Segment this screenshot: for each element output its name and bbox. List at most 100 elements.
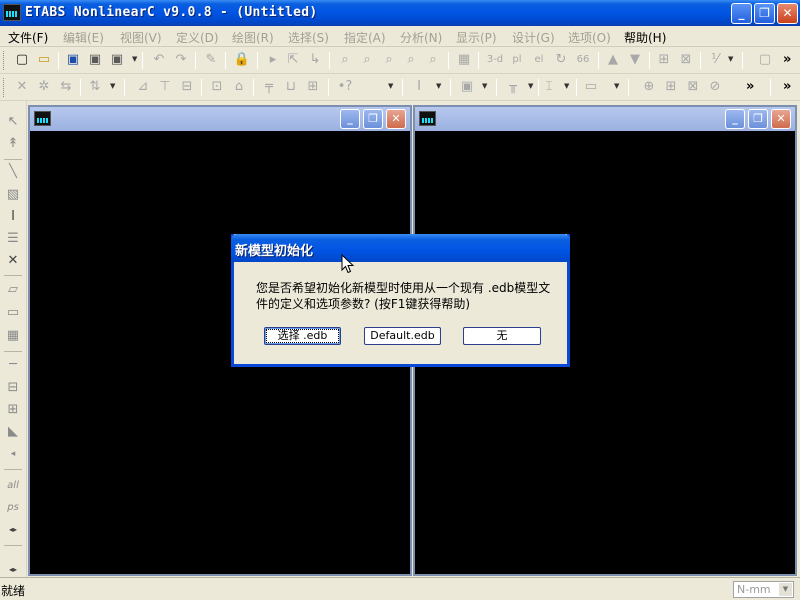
draw-grid-icon[interactable]: ☰ [4,230,22,248]
draw-dimension-icon[interactable]: ◣ [4,423,22,441]
frame-icon[interactable]: ▢ [756,51,774,69]
shell-icon[interactable]: ▣ [458,78,476,96]
draw-wall-icon[interactable]: ─ [4,356,22,374]
design-concrete-icon[interactable]: ⊠ [684,78,702,96]
set-elements-icon[interactable]: ⊠ [677,51,695,69]
draw-cross-icon[interactable]: ✕ [4,252,22,270]
save-icon[interactable]: ▣ [64,51,82,69]
section-dropdown-arrow-icon[interactable]: ▼ [436,83,443,90]
draw-column-icon[interactable]: I [4,208,22,226]
wall-icon[interactable]: ⊡ [208,78,226,96]
lock-icon[interactable]: 🔒 [233,51,251,69]
child-title-bar[interactable]: _ ❐ ✕ [30,107,410,131]
section-cut-icon[interactable]: ⊿ [134,78,152,96]
restraint-dropdown-arrow-icon[interactable]: ▼ [528,83,535,90]
none-button[interactable]: 无 [463,327,541,345]
load-icon[interactable]: ⌶ [540,78,558,96]
previous-selection-icon[interactable]: ps [4,499,22,517]
toolbar-overflow-chevron-icon[interactable]: » [783,79,791,94]
set-display-icon[interactable]: ⊞ [655,51,673,69]
child-title-bar[interactable]: _ ❐ ✕ [415,107,795,131]
pencil-icon[interactable]: ✎ [202,51,220,69]
pointer-icon[interactable]: ↖ [4,113,22,131]
refresh-icon[interactable]: ↳ [306,51,324,69]
open-file-icon[interactable]: ▭ [35,51,53,69]
select-all-icon[interactable]: all [4,477,22,495]
zoom-in-icon[interactable]: ⌕ [380,51,398,69]
draw-brace-icon[interactable]: ▧ [4,186,22,204]
new-model-icon[interactable]: ▢ [13,51,31,69]
floor-icon[interactable]: ⊞ [304,78,322,96]
zoom-restore-icon[interactable]: ⌕ [358,51,376,69]
expand-arrows-icon[interactable]: ◂▸ [4,521,22,539]
child-minimize-button[interactable]: _ [725,109,745,129]
collapse-arrow-icon[interactable]: ◂ [4,445,22,463]
run-icon[interactable]: ▸ [264,51,282,69]
mesh-icon[interactable]: ⇅ [86,78,104,96]
menu-draw[interactable]: 绘图(R) [232,29,274,46]
etabs-app-icon[interactable] [3,4,21,21]
draw-line-icon[interactable]: ╲ [4,163,22,181]
menu-analyze[interactable]: 分析(N) [400,29,442,46]
rubber-band-icon[interactable]: ▦ [455,51,473,69]
snap-icon[interactable]: ⅟ [706,51,724,69]
units-dropdown[interactable]: N-mm ▼ [733,581,794,598]
toolbar-overflow-chevron-icon[interactable]: » [783,52,791,67]
child-maximize-button[interactable]: ❐ [363,109,383,129]
child-close-button[interactable]: ✕ [771,109,791,129]
main-title-bar[interactable]: ETABS NonlinearC v9.0.8 - (Untitled) _ ❐… [0,0,800,26]
draw-slab-icon[interactable]: ▦ [4,327,22,345]
toolbar-overflow-chevron-icon[interactable]: » [746,79,754,94]
zoom-window-icon[interactable]: ⌕ [336,51,354,69]
frame-shape-dropdown-arrow-icon[interactable]: ▼ [614,83,621,90]
dialog-title-bar[interactable]: 新模型初始化 [231,234,570,262]
print-icon[interactable]: ▣ [86,51,104,69]
child-maximize-button[interactable]: ❐ [748,109,768,129]
units-dropdown-arrow-icon[interactable]: ▼ [779,583,792,596]
design-composite-icon[interactable]: ⊘ [706,78,724,96]
menu-file[interactable]: 文件(F) [8,29,48,46]
pan-icon[interactable]: ⌕ [424,51,442,69]
menu-edit[interactable]: 编辑(E) [63,29,104,46]
elevation-view-icon[interactable]: el [530,51,548,69]
menu-view[interactable]: 视图(V) [120,29,162,46]
menu-options[interactable]: 选项(O) [568,29,611,46]
print-dropdown-arrow-icon[interactable]: ▼ [132,56,139,63]
move-down-icon[interactable]: ▼ [626,51,644,69]
plan-view-icon[interactable]: pl [508,51,526,69]
close-button[interactable]: ✕ [777,3,798,24]
undo-icon[interactable]: ↶ [150,51,168,69]
draw-area-icon[interactable]: ▱ [4,281,22,299]
restore-button[interactable]: ❐ [754,3,775,24]
menu-select[interactable]: 选择(S) [288,29,329,46]
toolbar-grip[interactable] [3,51,6,70]
beam-icon[interactable]: ╤ [260,78,278,96]
delete-icon[interactable]: ✕ [13,78,31,96]
menu-design[interactable]: 设计(G) [512,29,555,46]
shell-dropdown-arrow-icon[interactable]: ▼ [482,83,489,90]
area-icon[interactable]: ⊔ [282,78,300,96]
zoom-out-icon[interactable]: ⌕ [402,51,420,69]
draw-wall-panel-icon[interactable]: ⊟ [4,379,22,397]
minimize-button[interactable]: _ [731,3,752,24]
menu-define[interactable]: 定义(D) [176,29,219,46]
replicate-icon[interactable]: ✲ [35,78,53,96]
point-info-icon[interactable]: •? [336,78,354,96]
move-up-icon[interactable]: ▲ [604,51,622,69]
design-steel-icon[interactable]: ⊞ [662,78,680,96]
draw-opening-icon[interactable]: ⊞ [4,401,22,419]
snap-dropdown-arrow-icon[interactable]: ▼ [728,56,735,63]
print-setup-icon[interactable]: ▣ [108,51,126,69]
move-icon[interactable]: ⇆ [57,78,75,96]
run-options-icon[interactable]: ⇱ [284,51,302,69]
menu-assign[interactable]: 指定(A) [344,29,386,46]
story-icon[interactable]: ⊤ [156,78,174,96]
perspective-icon[interactable]: 66 [574,51,592,69]
3d-view-icon[interactable]: 3-d [484,51,506,69]
reshape-icon[interactable]: ↟ [4,135,22,153]
grid-lines-icon[interactable]: ⊟ [178,78,196,96]
child-close-button[interactable]: ✕ [386,109,406,129]
rotate-3d-icon[interactable]: ↻ [552,51,570,69]
draw-rectangle-icon[interactable]: ▭ [4,304,22,322]
toolbar-grip[interactable] [3,78,6,97]
